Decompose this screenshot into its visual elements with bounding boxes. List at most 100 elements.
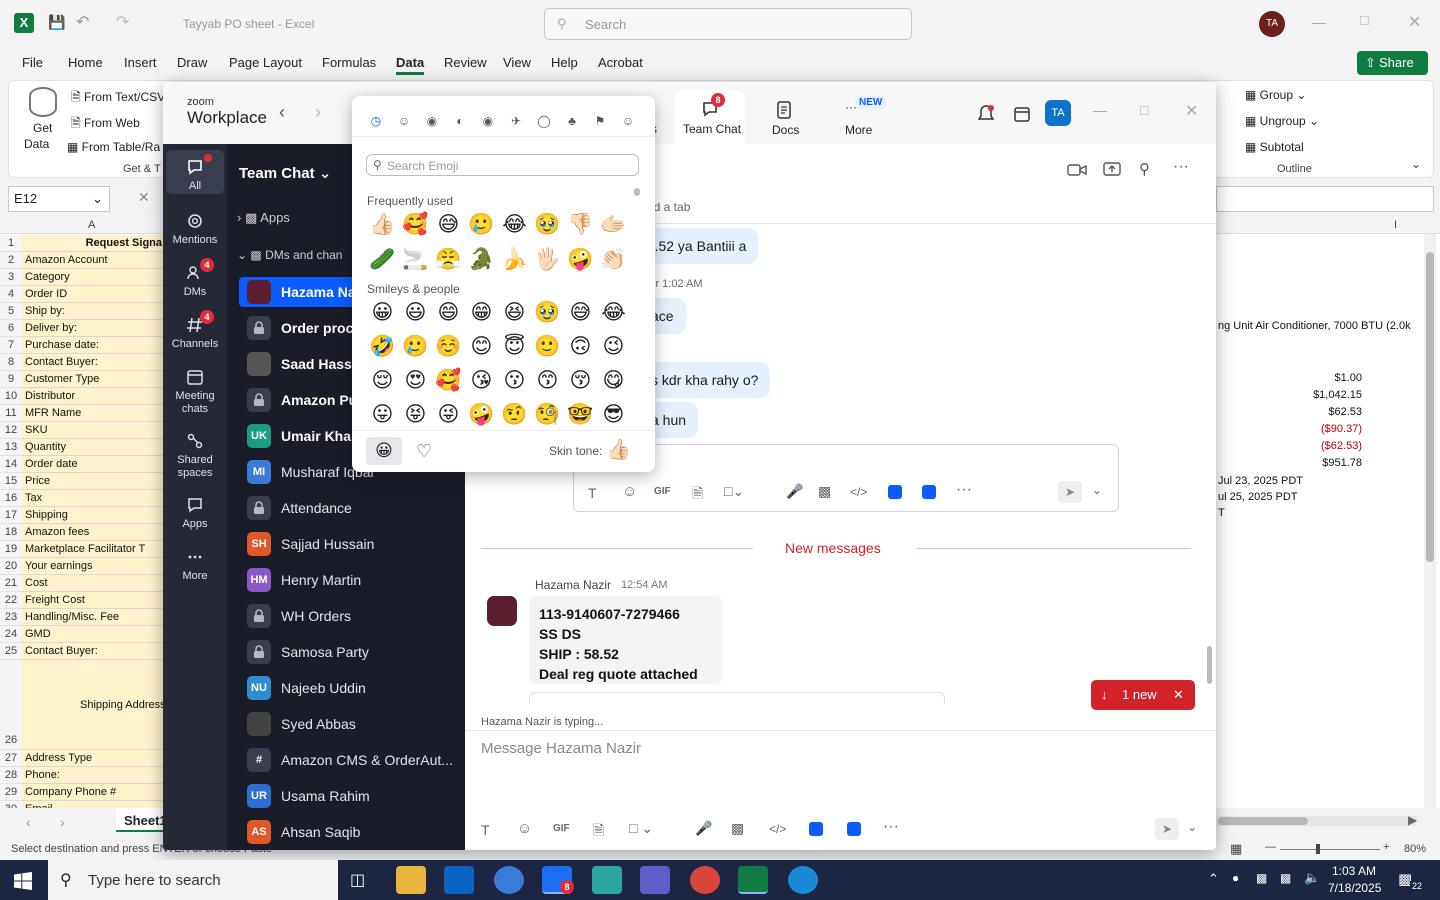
- date-cell[interactable]: T: [1216, 507, 1366, 519]
- contact-item[interactable]: SH Sajjad Hussain: [239, 529, 459, 559]
- cell-label[interactable]: Tax: [22, 490, 164, 507]
- emoji-button[interactable]: 🤪: [564, 247, 597, 272]
- row-header[interactable]: 3: [0, 269, 22, 286]
- emoji-button[interactable]: 🤨: [498, 402, 531, 427]
- animal-category-icon[interactable]: ◉: [421, 114, 443, 128]
- contact-item[interactable]: Attendance: [239, 493, 459, 523]
- row-header[interactable]: 26: [0, 660, 22, 750]
- cell-label[interactable]: Contact Buyer:: [22, 643, 164, 660]
- name-box[interactable]: E12 ⌄: [8, 186, 110, 212]
- emoji-button[interactable]: 😚: [564, 368, 597, 392]
- rail-item-more[interactable]: More: [166, 540, 224, 584]
- cell-label[interactable]: Cost: [22, 575, 164, 592]
- tray-icon[interactable]: ●: [1232, 871, 1239, 885]
- formula-input[interactable]: [1216, 186, 1434, 212]
- excel-taskbar-icon[interactable]: [738, 866, 768, 894]
- cell-label[interactable]: Shipping Address: [22, 660, 164, 750]
- rail-item-apps[interactable]: Apps: [166, 488, 224, 532]
- app-icon[interactable]: [592, 866, 622, 894]
- row-header[interactable]: 7: [0, 337, 22, 354]
- more-options-icon[interactable]: ···: [1173, 158, 1189, 176]
- emoji-button[interactable]: 🥰: [399, 212, 432, 237]
- tab-file[interactable]: File: [22, 55, 43, 70]
- emoji-button[interactable]: 🥹: [531, 300, 564, 325]
- app-icon[interactable]: [847, 822, 861, 836]
- row-header[interactable]: 16: [0, 490, 22, 507]
- app-icon[interactable]: [922, 485, 936, 499]
- tab-acrobat[interactable]: Acrobat: [598, 55, 643, 70]
- app-icon[interactable]: [809, 822, 823, 836]
- close-icon[interactable]: ✕: [1173, 680, 1184, 710]
- group-button[interactable]: ▦ Group ⌄: [1245, 88, 1306, 102]
- prev-sheet-icon[interactable]: ‹: [26, 814, 31, 830]
- scrollbar-thumb[interactable]: [1426, 252, 1434, 562]
- message-bubble[interactable]: 113-9140607-7279466 SS DS SHIP : 58.52 D…: [529, 596, 723, 684]
- rail-item-mentions[interactable]: Mentions: [166, 204, 224, 248]
- contact-item[interactable]: Syed Abbas: [239, 709, 459, 739]
- tray-icon[interactable]: ▩: [1256, 871, 1267, 885]
- emoji-button[interactable]: 😌: [366, 368, 399, 392]
- edge-icon[interactable]: [788, 866, 818, 894]
- emoji-button[interactable]: 😘: [465, 368, 498, 392]
- dms-section[interactable]: ⌄ ▩ DMs and chan: [237, 248, 342, 262]
- emoji-button[interactable]: 🍌: [498, 247, 531, 272]
- row-header[interactable]: 17: [0, 507, 22, 524]
- activity-category-icon[interactable]: ◉: [477, 114, 499, 128]
- zoom-close-icon[interactable]: ✕: [1185, 101, 1198, 121]
- vertical-scrollbar[interactable]: [1424, 234, 1436, 808]
- emoji-button[interactable]: 😃: [399, 300, 432, 324]
- close-icon[interactable]: ✕: [1408, 12, 1421, 32]
- row-header[interactable]: 24: [0, 626, 22, 643]
- emoji-scrollbar[interactable]: [634, 188, 640, 196]
- new-message-pill[interactable]: ↓ 1 new ✕: [1091, 680, 1195, 710]
- cell-label[interactable]: Deliver by:: [22, 320, 164, 337]
- row-header[interactable]: 29: [0, 784, 22, 801]
- emoji-button[interactable]: 😁: [465, 300, 498, 324]
- team-chat-header[interactable]: Team Chat ⌄: [239, 164, 331, 182]
- row-header[interactable]: 22: [0, 592, 22, 609]
- cell-label[interactable]: Category: [22, 269, 164, 286]
- zoom-avatar[interactable]: TA: [1045, 100, 1071, 126]
- page-layout-icon[interactable]: ▦: [1230, 841, 1242, 857]
- horizontal-scrollbar[interactable]: [1216, 816, 1416, 826]
- symbols-category-icon[interactable]: ♣: [561, 114, 583, 128]
- from-text-button[interactable]: 🗎 From Text/CSV: [71, 88, 165, 109]
- cell-label[interactable]: Amazon fees: [22, 524, 164, 541]
- emoji-button[interactable]: ☺️: [432, 334, 465, 359]
- rail-item-dms[interactable]: DMs 4: [166, 256, 224, 300]
- zoom-slider[interactable]: [1280, 849, 1380, 850]
- cancel-icon[interactable]: ✕: [138, 189, 150, 206]
- emoji-button[interactable]: 🤓: [564, 402, 597, 427]
- tab-data[interactable]: Data: [396, 55, 425, 75]
- zoom-slider-handle[interactable]: [1316, 844, 1320, 854]
- tab-page-layout[interactable]: Page Layout: [229, 55, 302, 70]
- cell-label[interactable]: Your earnings: [22, 558, 164, 575]
- chevron-down-icon[interactable]: ⌄: [1187, 820, 1197, 834]
- emoji-button[interactable]: 🚬: [399, 247, 432, 272]
- tab-insert[interactable]: Insert: [124, 55, 157, 70]
- rail-item-shared-spaces[interactable]: Shared spaces: [166, 424, 224, 479]
- tab-team-chat[interactable]: 8 Team Chat: [675, 90, 745, 144]
- zoom-taskbar-icon[interactable]: 8: [542, 866, 574, 894]
- rail-item-all-chats[interactable]: All: [166, 150, 224, 194]
- attachment-card[interactable]: [529, 692, 945, 704]
- tab-home[interactable]: Home: [68, 55, 103, 70]
- row-header[interactable]: 27: [0, 750, 22, 767]
- tab-draw[interactable]: Draw: [177, 55, 207, 70]
- emoji-button[interactable]: 😄: [432, 300, 465, 324]
- share-button[interactable]: ⇧ Share: [1357, 51, 1428, 75]
- emoji-button[interactable]: 😝: [399, 402, 432, 426]
- row-header[interactable]: 15: [0, 473, 22, 490]
- custom-emoji-icon[interactable]: ☺: [617, 114, 639, 128]
- emoji-button[interactable]: 👏🏻: [597, 247, 630, 272]
- tab-more[interactable]: ··· NEW More: [833, 94, 893, 138]
- cell-label[interactable]: Company Phone #: [22, 784, 164, 801]
- row-header[interactable]: 5: [0, 303, 22, 320]
- chrome-icon[interactable]: [690, 866, 720, 894]
- rail-item-meeting-chats[interactable]: Meeting chats: [166, 360, 224, 415]
- row-header[interactable]: 20: [0, 558, 22, 575]
- column-i-header[interactable]: I: [1394, 219, 1397, 231]
- cell-label[interactable]: Order date: [22, 456, 164, 473]
- emoji-button[interactable]: 😆: [498, 300, 531, 324]
- column-a-header[interactable]: A: [88, 219, 95, 231]
